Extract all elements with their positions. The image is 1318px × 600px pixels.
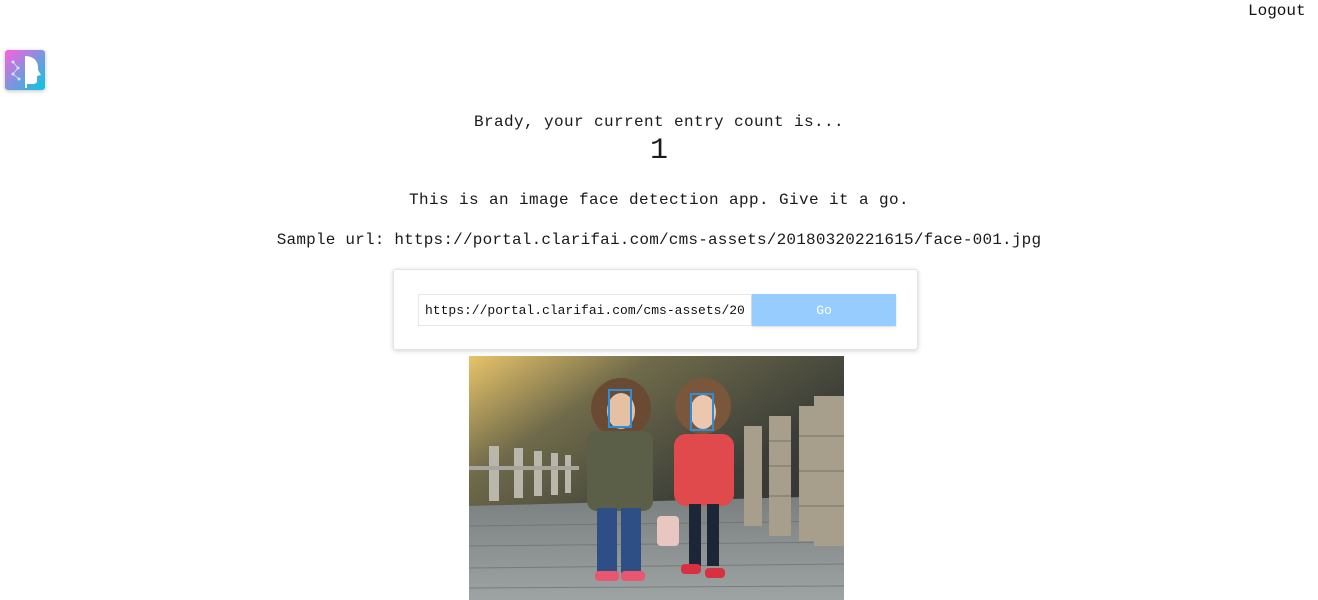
entry-count-value: 1 xyxy=(649,134,668,168)
image-url-input[interactable] xyxy=(418,294,752,326)
brain-face-icon[interactable] xyxy=(5,50,45,90)
sample-url-text: Sample url: https://portal.clarifai.com/… xyxy=(276,231,1042,249)
intro-text: This is an image face detection app. Giv… xyxy=(408,191,910,209)
detected-image xyxy=(469,356,844,600)
entry-count-message: Brady, your current entry count is... xyxy=(473,113,845,131)
image-link-form: Go xyxy=(393,269,918,350)
face-detection-image xyxy=(469,356,844,600)
page: Logout Brady, your current entry count i… xyxy=(0,0,1318,600)
entry-rank: Brady, your current entry count is... 1 xyxy=(0,112,1318,169)
go-button[interactable]: Go xyxy=(752,294,896,326)
face-bounding-box xyxy=(608,389,632,428)
logout-link[interactable]: Logout xyxy=(1248,0,1318,20)
face-bounding-box xyxy=(690,393,714,431)
